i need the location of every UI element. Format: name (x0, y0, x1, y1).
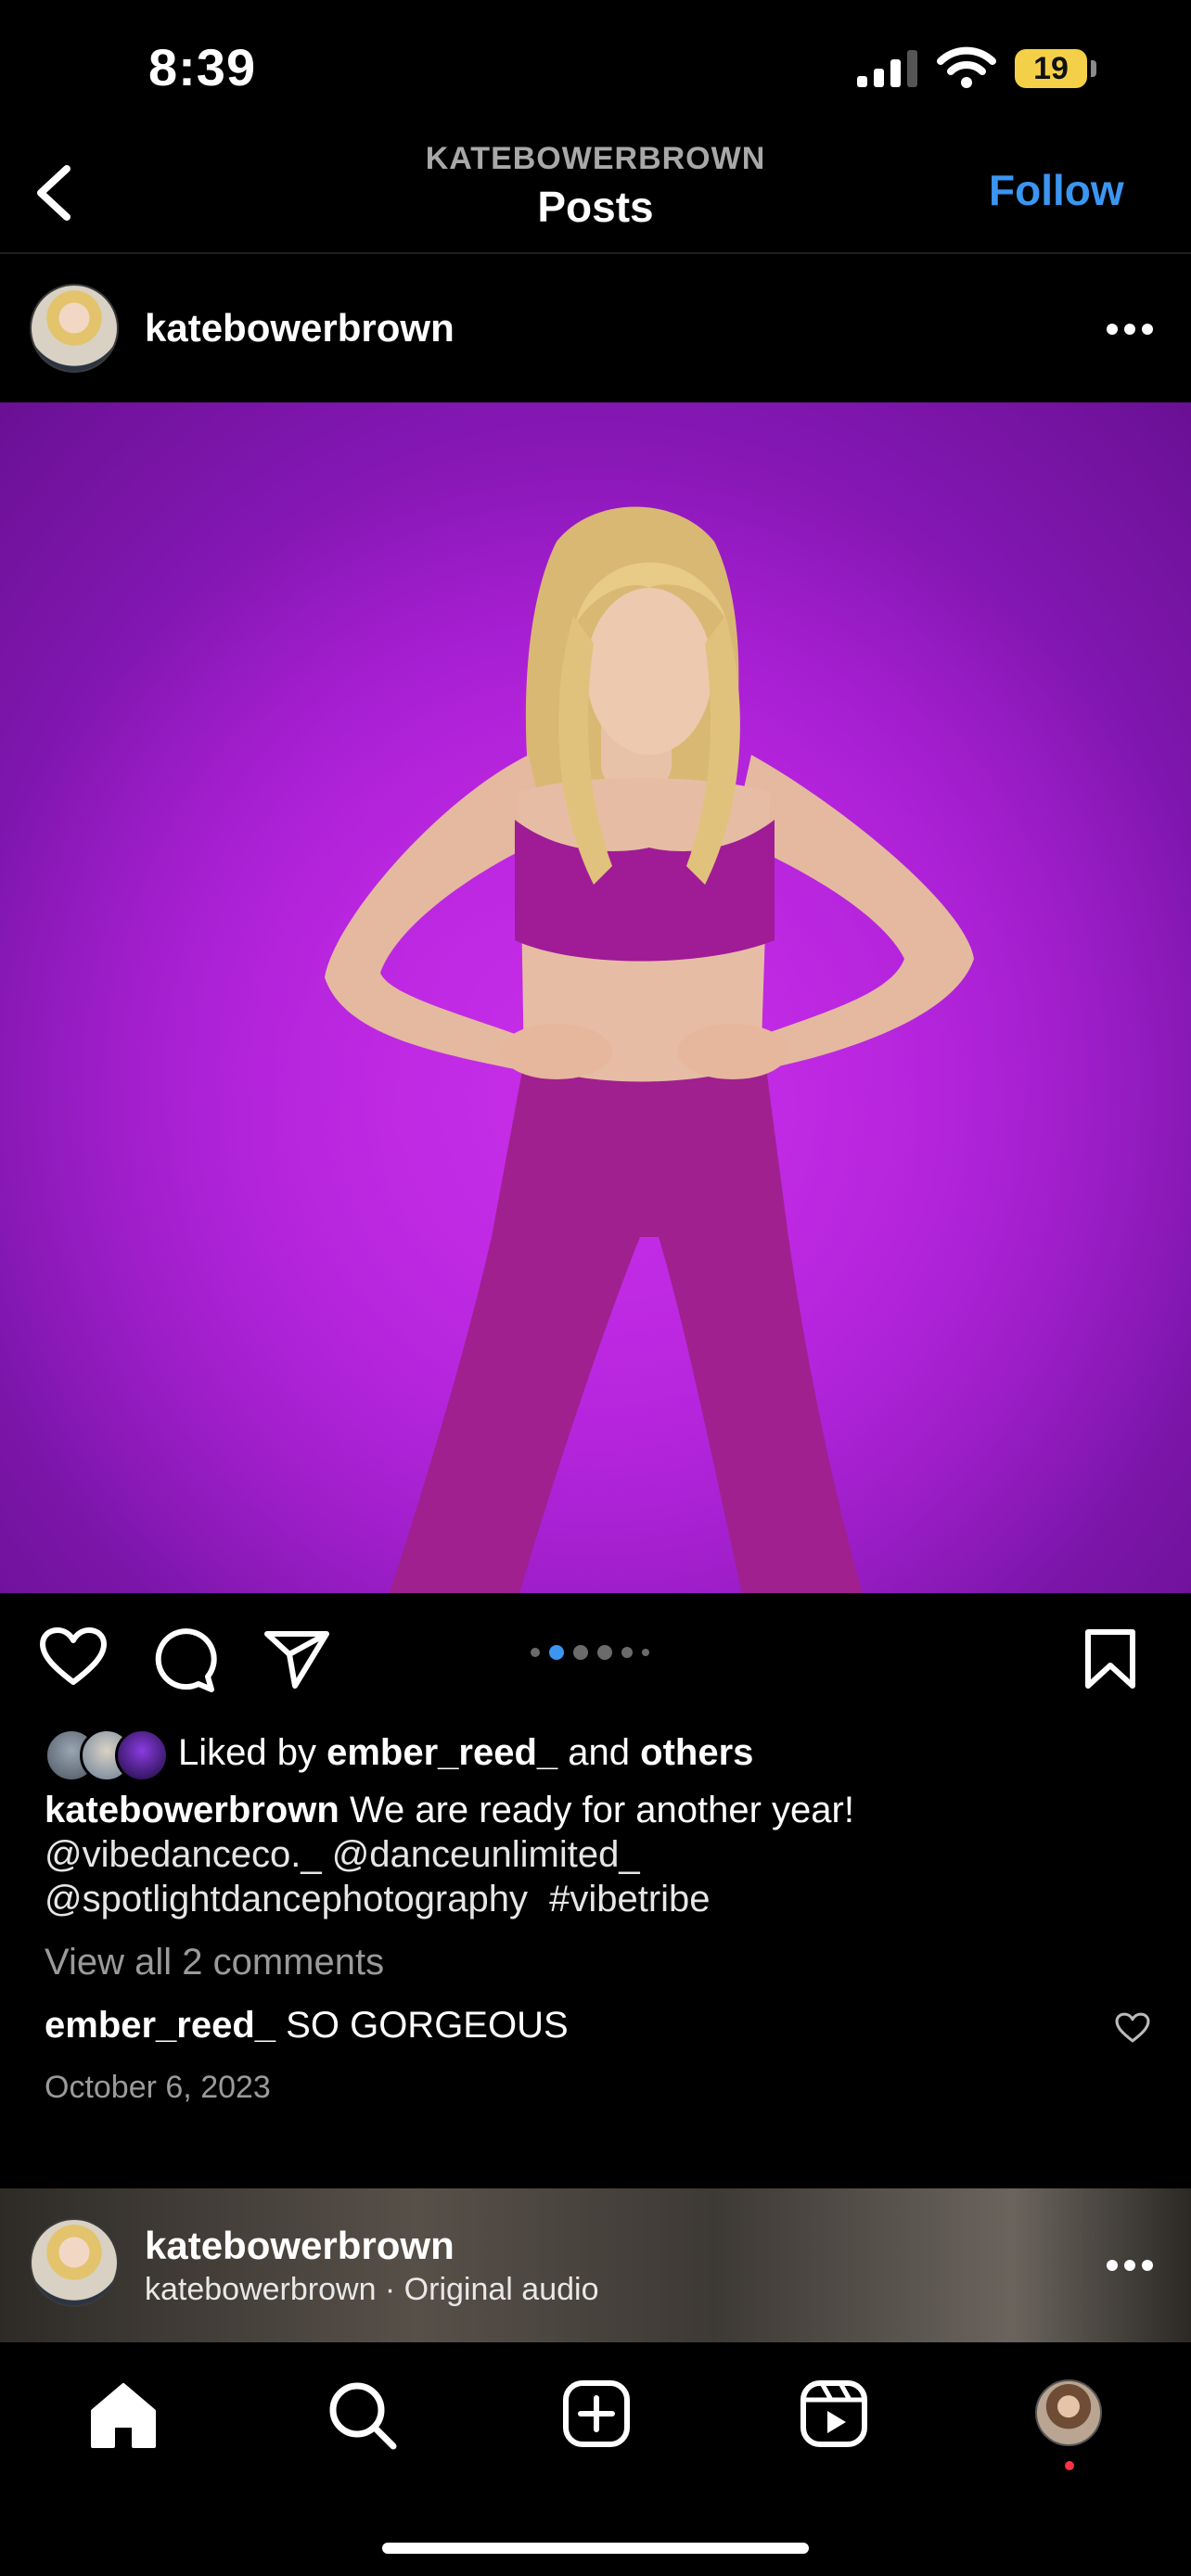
mention-link[interactable]: @spotlightdancephotography (45, 1879, 528, 1919)
tab-bar (0, 2342, 1191, 2576)
search-icon[interactable] (327, 2379, 399, 2452)
carousel-indicator (531, 1645, 649, 1660)
likes-conjunction: and (568, 1732, 631, 1773)
carousel-dot (549, 1645, 564, 1660)
mention-link[interactable]: @vibedanceco._ (45, 1834, 322, 1875)
liker-avatars[interactable] (45, 1728, 174, 1782)
post-author-name[interactable]: katebowerbrown (145, 306, 455, 351)
profile-avatar-tab[interactable] (1035, 2379, 1102, 2446)
likes-summary[interactable]: Liked by ember_reed_ and others (178, 1732, 753, 1774)
battery-indicator: 19 (1015, 49, 1087, 88)
carousel-dot (573, 1645, 588, 1660)
next-post-author-avatar[interactable] (30, 2218, 119, 2307)
like-heart-icon[interactable] (39, 1626, 108, 1688)
cellular-signal-icon (857, 50, 917, 87)
author-avatar[interactable] (30, 284, 119, 373)
home-indicator (382, 2543, 809, 2554)
likes-prefix: Liked by (178, 1732, 316, 1773)
comment-username[interactable]: ember_reed_ (45, 2005, 275, 2046)
top-comment: ember_reed_ SO GORGEOUS (45, 2005, 569, 2047)
carousel-dot (621, 1647, 633, 1658)
wifi-icon (937, 46, 996, 88)
post-date: October 6, 2023 (45, 2070, 271, 2105)
caption-mentions-line: @spotlightdancephotography #vibetribe (45, 1877, 1158, 1921)
comment-bubble-icon[interactable] (152, 1628, 217, 1693)
liker-avatar (115, 1728, 169, 1782)
comment-like-heart-icon[interactable] (1115, 2012, 1150, 2044)
next-post-header: katebowerbrown katebowerbrown · Original… (0, 2188, 1191, 2342)
likes-others[interactable]: others (640, 1732, 753, 1773)
carousel-dot (642, 1649, 649, 1656)
share-paper-plane-icon[interactable] (263, 1628, 330, 1690)
post-photo[interactable] (0, 402, 1191, 1593)
hashtag-link[interactable]: #vibetribe (549, 1879, 710, 1919)
battery-tip (1091, 60, 1096, 77)
home-icon[interactable] (87, 2379, 160, 2452)
comment-text: SO GORGEOUS (286, 2005, 569, 2046)
liker-username[interactable]: ember_reed_ (327, 1732, 557, 1773)
more-options-icon[interactable] (1106, 2259, 1154, 2272)
dancer-illustration (0, 402, 1191, 1593)
next-post-author-name[interactable]: katebowerbrown (145, 2224, 455, 2268)
carousel-dot (597, 1645, 612, 1660)
notification-dot (1065, 2461, 1074, 2470)
caption-line: katebowerbrown We are ready for another … (45, 1788, 1158, 1832)
save-bookmark-icon[interactable] (1083, 1628, 1137, 1690)
follow-button[interactable]: Follow (989, 165, 1124, 215)
caption-author[interactable]: katebowerbrown (45, 1790, 339, 1830)
mention-link[interactable]: @danceunlimited_ (332, 1834, 640, 1875)
caption-mentions-line: @vibedanceco._ @danceunlimited_ (45, 1832, 1158, 1877)
create-post-icon[interactable] (562, 2379, 631, 2448)
caption-text: We are ready for another year! (349, 1790, 854, 1830)
header-divider (0, 252, 1191, 254)
view-all-comments-link[interactable]: View all 2 comments (45, 1942, 384, 1983)
status-time: 8:39 (148, 38, 257, 96)
more-options-icon[interactable] (1106, 323, 1154, 336)
reels-icon[interactable] (800, 2379, 868, 2448)
next-post-audio[interactable]: katebowerbrown · Original audio (145, 2272, 598, 2308)
carousel-dot (531, 1648, 540, 1657)
